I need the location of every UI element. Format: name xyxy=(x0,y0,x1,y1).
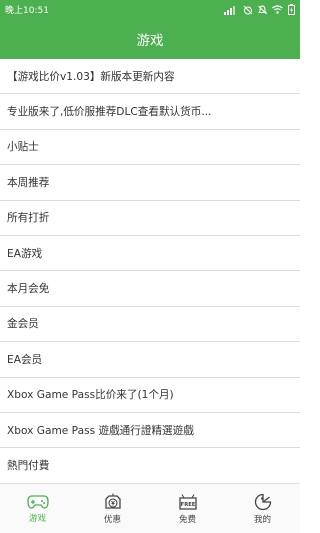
list-item[interactable]: 专业版来了,低价服推荐DLC查看默认货币... xyxy=(0,94,300,130)
list-item[interactable]: 金会员 xyxy=(0,307,300,343)
coupon-icon xyxy=(104,493,121,509)
status-bar: 晚上10:51 xyxy=(0,0,300,19)
list-item[interactable]: 【游戏比价v1.03】新版本更新内容 xyxy=(0,59,300,95)
list-item-label: EA游戏 xyxy=(7,247,43,260)
wifi-icon xyxy=(272,5,283,14)
list-item-label: EA会员 xyxy=(7,353,43,366)
tab-games-label: 游戏 xyxy=(28,513,46,524)
list-item[interactable]: 小贴士 xyxy=(0,130,300,166)
tab-deals[interactable]: 优惠 xyxy=(75,484,150,533)
list-item-label: 所有打折 xyxy=(7,212,50,225)
tab-free-label: 免费 xyxy=(178,514,196,525)
list-item-label: 金会员 xyxy=(7,318,39,331)
list-item[interactable]: Xbox Game Pass比价来了(1个月) xyxy=(0,378,300,413)
list-item-label: 本周推荐 xyxy=(7,176,50,189)
page-title: 游戏 xyxy=(136,33,164,49)
gamepad-icon xyxy=(26,494,49,509)
game-list: 【游戏比价v1.03】新版本更新内容 专业版来了,低价服推荐DLC查看默认货币.… xyxy=(0,59,300,483)
status-left: 晚上10:51 xyxy=(5,3,49,16)
list-item-label: 小贴士 xyxy=(7,141,39,154)
status-time: 晚上10:51 xyxy=(5,6,49,16)
tab-free[interactable]: FREE 免费 xyxy=(150,484,225,533)
list-item-label: Xbox Game Pass 遊戲通行證精選遊戲 xyxy=(7,424,194,437)
mute-icon xyxy=(258,4,267,14)
free-tag-icon: FREE xyxy=(178,493,197,510)
alarm-off-icon xyxy=(243,5,253,14)
tab-mine-label: 我的 xyxy=(253,514,271,525)
status-icons xyxy=(224,4,295,15)
list-item-label: 熱門付費 xyxy=(7,459,50,472)
list-item[interactable]: 本周推荐 xyxy=(0,165,300,201)
list-item[interactable]: 本月会免 xyxy=(0,271,300,307)
list-item[interactable]: 所有打折 xyxy=(0,201,300,236)
app-bar: 游戏 xyxy=(0,19,300,59)
svg-text:FREE: FREE xyxy=(180,502,195,508)
signal-icon xyxy=(224,5,235,15)
profile-icon xyxy=(254,493,271,510)
list-item-label: 本月会免 xyxy=(7,283,50,296)
list-item-label: 专业版来了,低价服推荐DLC查看默认货币... xyxy=(7,106,212,119)
tab-mine[interactable]: 我的 xyxy=(225,484,300,533)
bottom-tab-bar: 游戏 优惠 FREE 免费 我的 xyxy=(0,483,300,533)
list-item-label: Xbox Game Pass比价来了(1个月) xyxy=(7,389,174,402)
list-item[interactable]: EA会员 xyxy=(0,342,300,378)
tab-deals-label: 优惠 xyxy=(103,514,121,525)
list-item[interactable]: 熱門付費 xyxy=(0,448,300,483)
tab-games[interactable]: 游戏 xyxy=(0,484,75,533)
battery-charging-icon xyxy=(288,4,295,15)
list-item-label: 【游戏比价v1.03】新版本更新内容 xyxy=(7,70,175,83)
list-item[interactable]: EA游戏 xyxy=(0,236,300,272)
list-item[interactable]: Xbox Game Pass 遊戲通行證精選遊戲 xyxy=(0,413,300,449)
